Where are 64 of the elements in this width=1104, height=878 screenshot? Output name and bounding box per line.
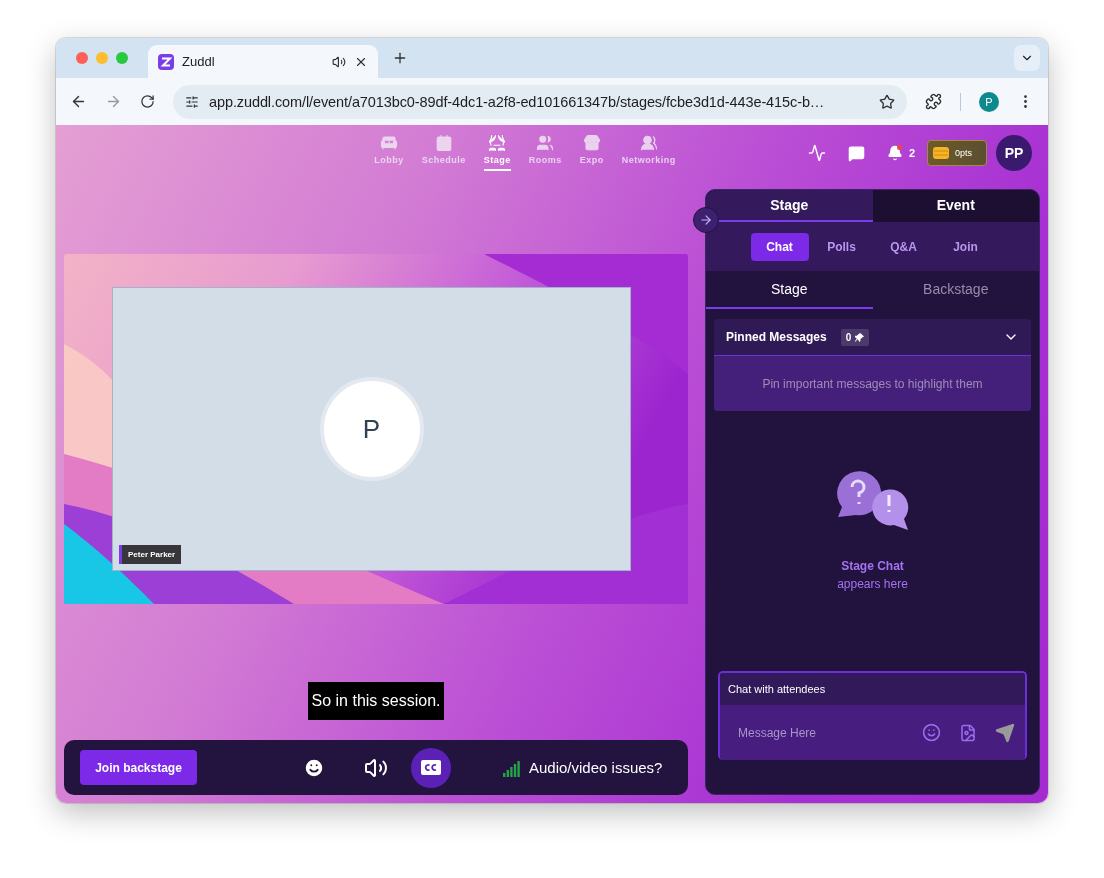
nav-label: Lobby — [374, 155, 404, 165]
composer-label: Chat with attendees — [720, 673, 1025, 705]
pinned-count-badge: 0 — [840, 328, 870, 346]
back-icon[interactable] — [70, 93, 87, 110]
url-text: app.zuddl.com/l/event/a7013bc0-89df-4dc1-a2f8-ed101661347b/stages/fcbe3d1d-443e-415c-b… — [209, 93, 826, 110]
site-settings-icon[interactable] — [185, 94, 199, 109]
pinned-messages-title: Pinned Messages — [726, 330, 827, 344]
sofa-icon — [379, 134, 398, 152]
user-avatar[interactable]: PP — [996, 135, 1032, 171]
group-icon — [639, 134, 658, 152]
live-caption: So in this session. — [307, 682, 445, 720]
speaker-icon[interactable] — [332, 54, 346, 69]
notification-count: 2 — [908, 147, 915, 159]
forward-icon[interactable] — [105, 93, 122, 110]
coins-icon — [933, 147, 949, 159]
audio-video-issues-link[interactable]: Audio/video issues? — [529, 759, 663, 776]
nav-label: Rooms — [528, 155, 562, 165]
participant-avatar: P — [319, 377, 424, 481]
nav-label: Stage — [483, 155, 511, 165]
calendar-icon — [434, 134, 453, 152]
activity-icon[interactable] — [807, 144, 826, 162]
theater-icon — [488, 134, 507, 152]
sub-tab[interactable]: Backstage — [872, 271, 1039, 309]
points-chip[interactable]: 0pts — [927, 140, 987, 166]
panel-tab[interactable]: Stage — [706, 190, 873, 222]
store-icon — [582, 134, 601, 152]
feature-tab[interactable]: Join — [936, 232, 995, 261]
new-tab-icon[interactable] — [392, 50, 408, 66]
nav-label: Schedule — [421, 155, 466, 165]
feature-tab[interactable]: Q&A — [874, 232, 933, 261]
bookmark-star-icon[interactable] — [879, 93, 895, 110]
tab-title: Zuddl — [182, 54, 216, 69]
notifications-icon[interactable] — [886, 145, 903, 161]
profile-avatar[interactable]: P — [979, 91, 999, 112]
pinned-messages-header[interactable]: Pinned Messages 0 — [714, 319, 1031, 356]
arrow-right-icon — [699, 213, 713, 227]
pinned-empty-text: Pin important messages to highlight them — [714, 356, 1031, 411]
app-logo-icon — [158, 53, 174, 70]
address-bar[interactable]: app.zuddl.com/l/event/a7013bc0-89df-4dc1-a2f8-ed101661347b/stages/fcbe3d1d-443e-415c-b… — [173, 84, 907, 119]
send-icon[interactable] — [995, 722, 1015, 743]
collapse-panel-button[interactable] — [693, 207, 719, 233]
file-icon[interactable] — [959, 723, 977, 742]
cc-icon — [421, 760, 441, 775]
browser-tab[interactable]: Zuddl — [148, 45, 378, 78]
join-backstage-button[interactable]: Join backstage — [80, 750, 197, 785]
nav-label: Networking — [621, 155, 676, 165]
captions-button[interactable] — [411, 747, 451, 788]
chat-icon[interactable] — [847, 144, 865, 162]
nav-label: Expo — [579, 155, 604, 165]
participant-name: Peter Parker — [119, 545, 182, 564]
sub-tab[interactable]: Stage — [706, 271, 873, 309]
feature-tab[interactable]: Chat — [750, 232, 809, 261]
pin-icon — [855, 332, 865, 342]
people-icon — [536, 134, 555, 152]
panel-tab[interactable]: Event — [872, 190, 1039, 222]
empty-chat-title: Stage Chat — [841, 559, 904, 573]
signal-strength-icon — [503, 758, 521, 777]
message-field[interactable]: Message Here — [736, 724, 904, 741]
empty-chat-subtitle: appears here — [837, 577, 908, 591]
extensions-icon[interactable] — [925, 93, 942, 110]
feature-tab[interactable]: Polls — [812, 232, 871, 261]
emoji-icon[interactable] — [922, 723, 941, 742]
reload-icon[interactable] — [140, 94, 155, 109]
emoji-reaction-icon[interactable] — [303, 756, 325, 779]
